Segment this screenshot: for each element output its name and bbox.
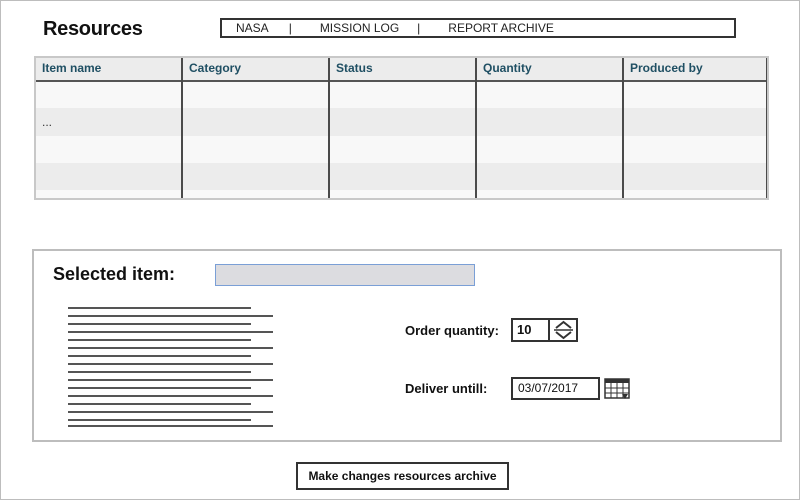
table-row[interactable] [36, 163, 767, 190]
column-divider [622, 58, 624, 198]
column-header-quantity[interactable]: Quantity [483, 61, 532, 75]
table-cell: ... [42, 115, 53, 129]
order-quantity-label: Order quantity: [405, 323, 499, 338]
table-row[interactable]: ... [36, 108, 767, 136]
column-divider [475, 58, 477, 198]
column-divider [328, 58, 330, 198]
selected-item-field[interactable] [215, 264, 475, 286]
page-title: Resources [43, 18, 143, 40]
order-quantity-value[interactable]: 10 [517, 322, 531, 337]
nav-separator: | [417, 21, 421, 35]
delivery-date-field[interactable]: 03/07/2017 [511, 377, 600, 400]
selected-item-label: Selected item: [53, 264, 176, 284]
resources-table: Item name Category Status Quantity Produ… [34, 56, 769, 200]
make-changes-button[interactable]: Make changes resources archive [296, 462, 509, 490]
deliver-until-label: Deliver untill: [405, 381, 488, 396]
delivery-date-value[interactable]: 03/07/2017 [518, 381, 578, 395]
column-header-produced-by[interactable]: Produced by [630, 61, 703, 75]
table-row[interactable] [36, 82, 767, 108]
up-down-stepper-icon[interactable] [551, 320, 576, 340]
column-header-item-name[interactable]: Item name [42, 61, 101, 75]
table-row[interactable] [36, 136, 767, 163]
nav-link-mission-log[interactable]: MISSION LOG [320, 21, 399, 35]
nav-separator: | [288, 21, 292, 35]
item-description-text [68, 307, 273, 429]
column-header-category[interactable]: Category [189, 61, 241, 75]
nav-link-nasa[interactable]: NASA [236, 21, 269, 35]
stepper-divider [548, 320, 550, 340]
order-quantity-stepper[interactable]: 10 [511, 318, 578, 342]
calendar-icon[interactable] [604, 377, 632, 401]
column-divider [181, 58, 183, 198]
top-navigation: NASA | MISSION LOG | REPORT ARCHIVE [220, 18, 736, 38]
column-divider [766, 58, 767, 198]
nav-link-report-archive[interactable]: REPORT ARCHIVE [448, 21, 554, 35]
column-header-status[interactable]: Status [336, 61, 373, 75]
table-header: Item name Category Status Quantity Produ… [36, 58, 767, 82]
